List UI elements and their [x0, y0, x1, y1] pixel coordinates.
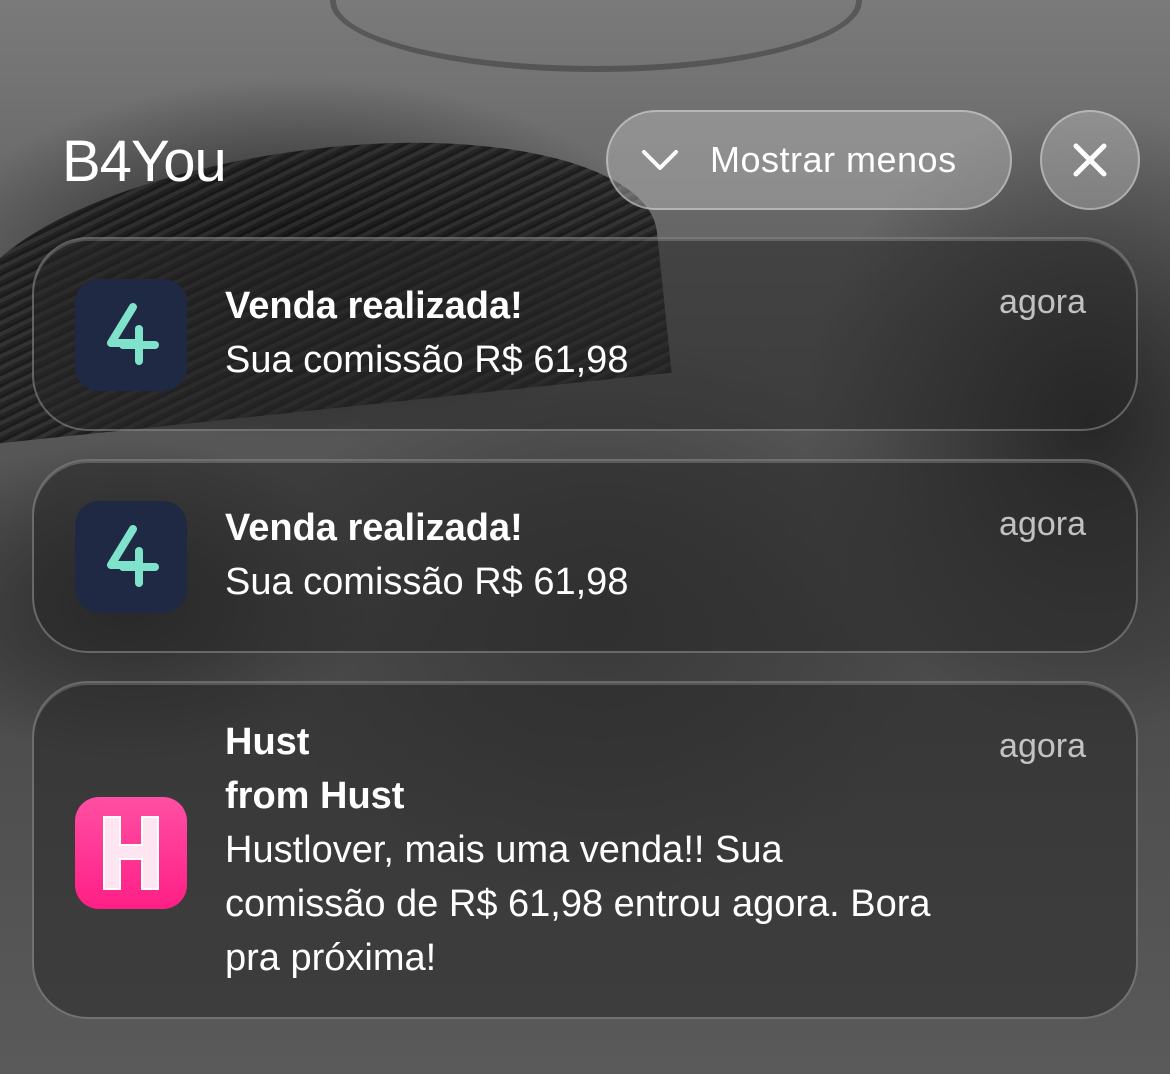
b4you-app-icon — [75, 501, 187, 613]
b4you-app-icon — [75, 279, 187, 391]
notification-body: Sua comissão R$ 61,98 — [225, 561, 629, 603]
notification-body-line: Hustlover, mais uma venda!! Sua — [225, 829, 783, 871]
notification-time: agora — [999, 283, 1086, 321]
notification-title: Hust — [225, 721, 310, 763]
b4you-logo-icon — [107, 525, 159, 587]
notification-card[interactable]: Venda realizada! Sua comissão R$ 61,98 a… — [32, 459, 1138, 653]
notification-card[interactable]: Hust from Hust Hustlover, mais uma venda… — [32, 681, 1138, 1019]
notification-body-line: comissão de R$ 61,98 entrou agora. Bora — [225, 883, 931, 925]
hust-app-icon — [75, 797, 187, 909]
show-less-button[interactable]: Mostrar menos — [606, 110, 1012, 210]
notification-body-line: pra próxima! — [225, 937, 437, 979]
notification-time: agora — [999, 505, 1086, 543]
hust-logo-icon — [103, 816, 159, 890]
notification-body: Hustlover, mais uma venda!! Sua comissão… — [225, 823, 931, 985]
notification-group-title: B4You — [62, 129, 227, 194]
clear-notifications-button[interactable] — [1040, 110, 1140, 210]
wallpaper-decoration — [330, 0, 862, 72]
notification-body: Sua comissão R$ 61,98 — [225, 339, 629, 381]
notification-title: Venda realizada! — [225, 507, 523, 549]
notification-card[interactable]: Venda realizada! Sua comissão R$ 61,98 a… — [32, 237, 1138, 431]
b4you-logo-icon — [107, 303, 159, 365]
notification-title: Venda realizada! — [225, 285, 523, 327]
notification-time: agora — [999, 727, 1086, 765]
notification-subtitle: from Hust — [225, 775, 405, 817]
show-less-label: Mostrar menos — [710, 139, 957, 180]
chevron-down-icon — [642, 150, 678, 170]
close-icon — [1073, 143, 1107, 177]
